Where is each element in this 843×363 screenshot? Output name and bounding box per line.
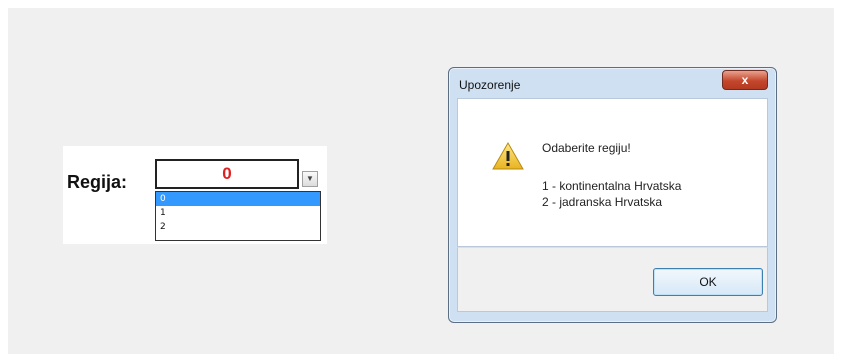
dialog-title: Upozorenje [459, 78, 521, 92]
close-icon: x [741, 73, 749, 87]
dialog-body: Odaberite regiju! 1 - kontinentalna Hrva… [457, 98, 768, 247]
ok-button[interactable]: OK [653, 268, 763, 296]
region-label: Regija: [67, 172, 128, 192]
dropdown-arrow-icon[interactable]: ▼ [302, 171, 318, 187]
message-line: 1 - kontinentalna Hrvatska [542, 179, 682, 193]
region-selector-panel: Regija: 0 ▼ 0 1 2 [63, 146, 327, 244]
message-line: 2 - jadranska Hrvatska [542, 195, 663, 209]
region-option[interactable]: 2 [156, 220, 320, 234]
region-option[interactable]: 0 [156, 192, 320, 206]
warning-dialog: Upozorenje x Odaberite regiju! 1 - konti… [448, 67, 777, 323]
close-button[interactable]: x [722, 70, 768, 90]
region-option[interactable]: 1 [156, 206, 320, 220]
region-combo-value[interactable]: 0 [155, 159, 299, 189]
dialog-footer: OK [457, 247, 768, 312]
region-dropdown-list: 0 1 2 [155, 191, 321, 241]
message-title: Odaberite regiju! [542, 141, 631, 155]
warning-icon [492, 141, 524, 170]
